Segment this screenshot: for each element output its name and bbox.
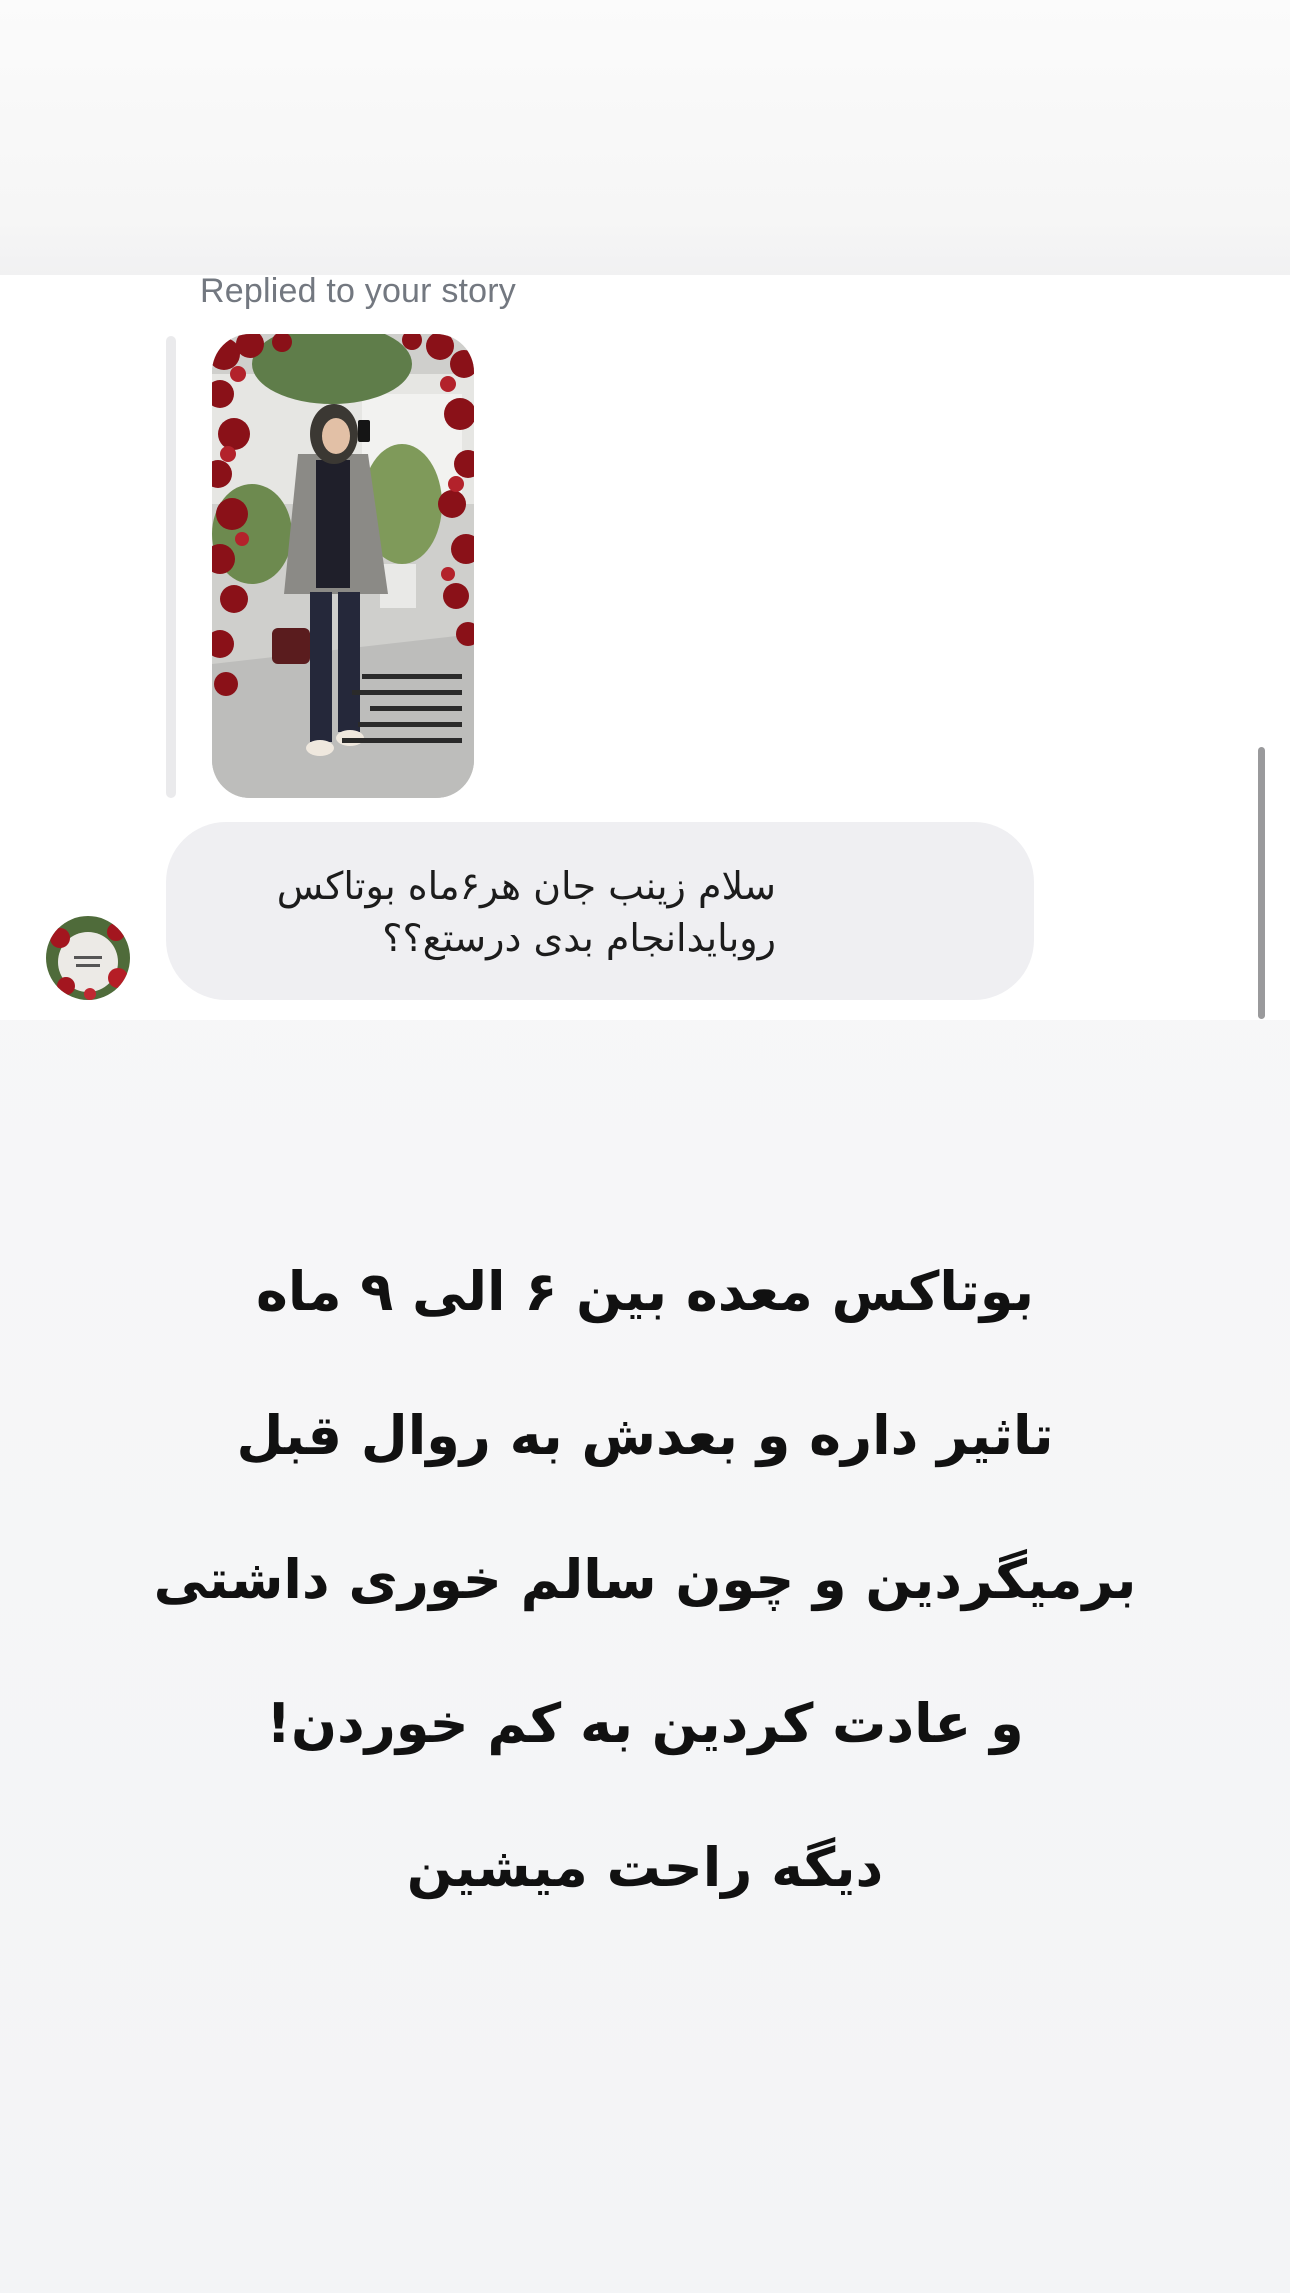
message-text: سلام زینب جان هر۶ماه بوتاکس روبایدانجام … (276, 864, 776, 960)
message-bubble[interactable]: سلام زینب جان هر۶ماه بوتاکس روبایدانجام … (166, 822, 1034, 1000)
caption-line: بوتاکس معده بین ۶ الی ۹ ماه (255, 1260, 1035, 1323)
top-background (0, 0, 1290, 275)
profile-avatar[interactable] (46, 916, 130, 1000)
overlay-caption: بوتاکس معده بین ۶ الی ۹ ماه تاثیر داره و… (0, 1220, 1290, 1940)
caption-line: برمیگردین و چون سالم خوری داشتی (153, 1548, 1137, 1611)
caption-line: و عادت کردین به کم خوردن! (266, 1692, 1024, 1755)
replied-to-story-label: Replied to your story (200, 272, 517, 310)
story-image (212, 334, 474, 798)
reply-quote-bar (166, 336, 176, 798)
avatar-image (46, 916, 130, 1000)
story-thumbnail[interactable] (212, 334, 474, 798)
scrollbar[interactable] (1258, 747, 1265, 1019)
caption-line: دیگه راحت میشین (406, 1836, 884, 1899)
caption-line: تاثیر داره و بعدش به روال قبل (236, 1404, 1054, 1467)
